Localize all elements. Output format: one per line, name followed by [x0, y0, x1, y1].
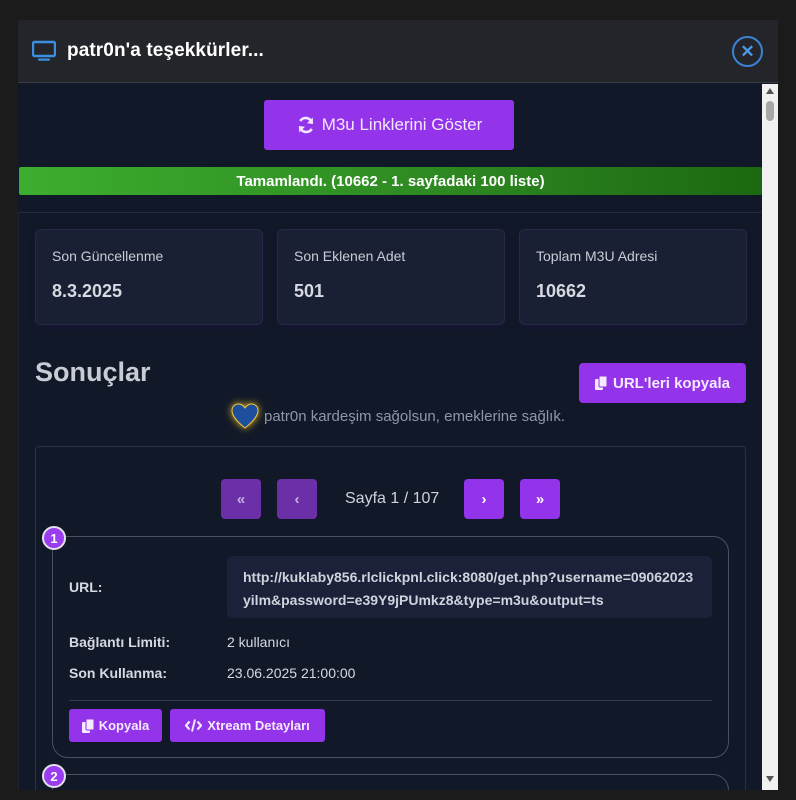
scrollbar[interactable] — [762, 84, 778, 790]
scrollbar-thumb[interactable] — [766, 101, 774, 121]
expiry-value: 23.06.2025 21:00:00 — [227, 665, 356, 681]
stat-label: Toplam M3U Adresi — [536, 248, 658, 264]
page-info: Sayfa 1 / 107 — [345, 490, 440, 507]
modal-dialog: patr0n'a teşekkürler... ✕ M3u Linklerini… — [18, 20, 778, 790]
stat-card-last-added: Son Eklenen Adet 501 — [277, 229, 505, 325]
first-page-button[interactable]: « — [221, 479, 261, 519]
modal-body: M3u Linklerini Göster Tamamlandı. (10662… — [18, 84, 778, 790]
scroll-down-arrow-icon[interactable] — [766, 776, 774, 782]
stat-label: Son Eklenen Adet — [294, 248, 406, 264]
progress-bar: Tamamlandı. (10662 - 1. sayfadaki 100 li… — [19, 167, 762, 195]
stat-value: 501 — [294, 281, 325, 301]
stat-value: 10662 — [536, 281, 587, 301]
show-m3u-links-label: M3u Linklerini Göster — [321, 115, 483, 134]
stat-card-last-updated: Son Güncellenme 8.3.2025 — [35, 229, 263, 325]
copy-label: Kopyala — [98, 718, 150, 733]
chevron-right-icon: › — [481, 490, 487, 508]
progress-text: Tamamlandı. (10662 - 1. sayfadaki 100 li… — [236, 172, 545, 190]
double-chevron-right-icon: » — [535, 490, 545, 508]
copy-icon — [595, 376, 608, 390]
chevron-left-icon: ‹ — [294, 490, 300, 508]
copy-icon — [81, 718, 94, 733]
result-index-badge: 2 — [42, 764, 66, 788]
modal-title: patr0n'a teşekkürler... — [67, 40, 264, 61]
connection-limit-value: 2 kullanıcı — [227, 634, 291, 650]
code-icon — [185, 719, 203, 732]
copy-urls-label: URL'leri kopyala — [613, 374, 730, 392]
stat-card-total-m3u: Toplam M3U Adresi 10662 — [519, 229, 747, 325]
results-title: Sonuçlar — [35, 357, 151, 387]
expiry-label: Son Kullanma: — [69, 665, 168, 681]
modal-header: patr0n'a teşekkürler... ✕ — [18, 20, 778, 83]
double-chevron-left-icon: « — [236, 490, 246, 508]
prev-page-button[interactable]: ‹ — [277, 479, 317, 519]
stat-value: 8.3.2025 — [52, 281, 123, 301]
xtream-details-label: Xtream Detayları — [207, 718, 310, 733]
thanks-text: patr0n kardeşim sağolsun, emeklerine sağ… — [264, 407, 565, 425]
close-button[interactable]: ✕ — [732, 36, 763, 67]
stat-label: Son Güncellenme — [52, 248, 164, 264]
next-page-button[interactable]: › — [464, 479, 504, 519]
copy-urls-button[interactable]: URL'leri kopyala — [579, 363, 746, 403]
heart-icon — [231, 403, 259, 429]
tv-icon — [32, 40, 56, 61]
close-icon: ✕ — [740, 41, 755, 61]
url-value[interactable]: http://kuklaby856.rlclickpnl.click:8080/… — [227, 556, 712, 618]
result-card — [52, 774, 729, 790]
refresh-icon — [298, 116, 313, 134]
last-page-button[interactable]: » — [520, 479, 560, 519]
card-divider — [69, 700, 712, 701]
xtream-details-button[interactable]: Xtream Detayları — [170, 709, 325, 742]
url-label: URL: — [69, 579, 103, 595]
connection-limit-label: Bağlantı Limiti: — [69, 634, 171, 650]
result-index-badge: 1 — [42, 526, 66, 550]
thanks-message: patr0n kardeşim sağolsun, emeklerine sağ… — [230, 402, 565, 430]
copy-button[interactable]: Kopyala — [69, 709, 162, 742]
show-m3u-links-button[interactable]: M3u Linklerini Göster — [264, 100, 514, 150]
scroll-up-arrow-icon[interactable] — [766, 88, 774, 94]
